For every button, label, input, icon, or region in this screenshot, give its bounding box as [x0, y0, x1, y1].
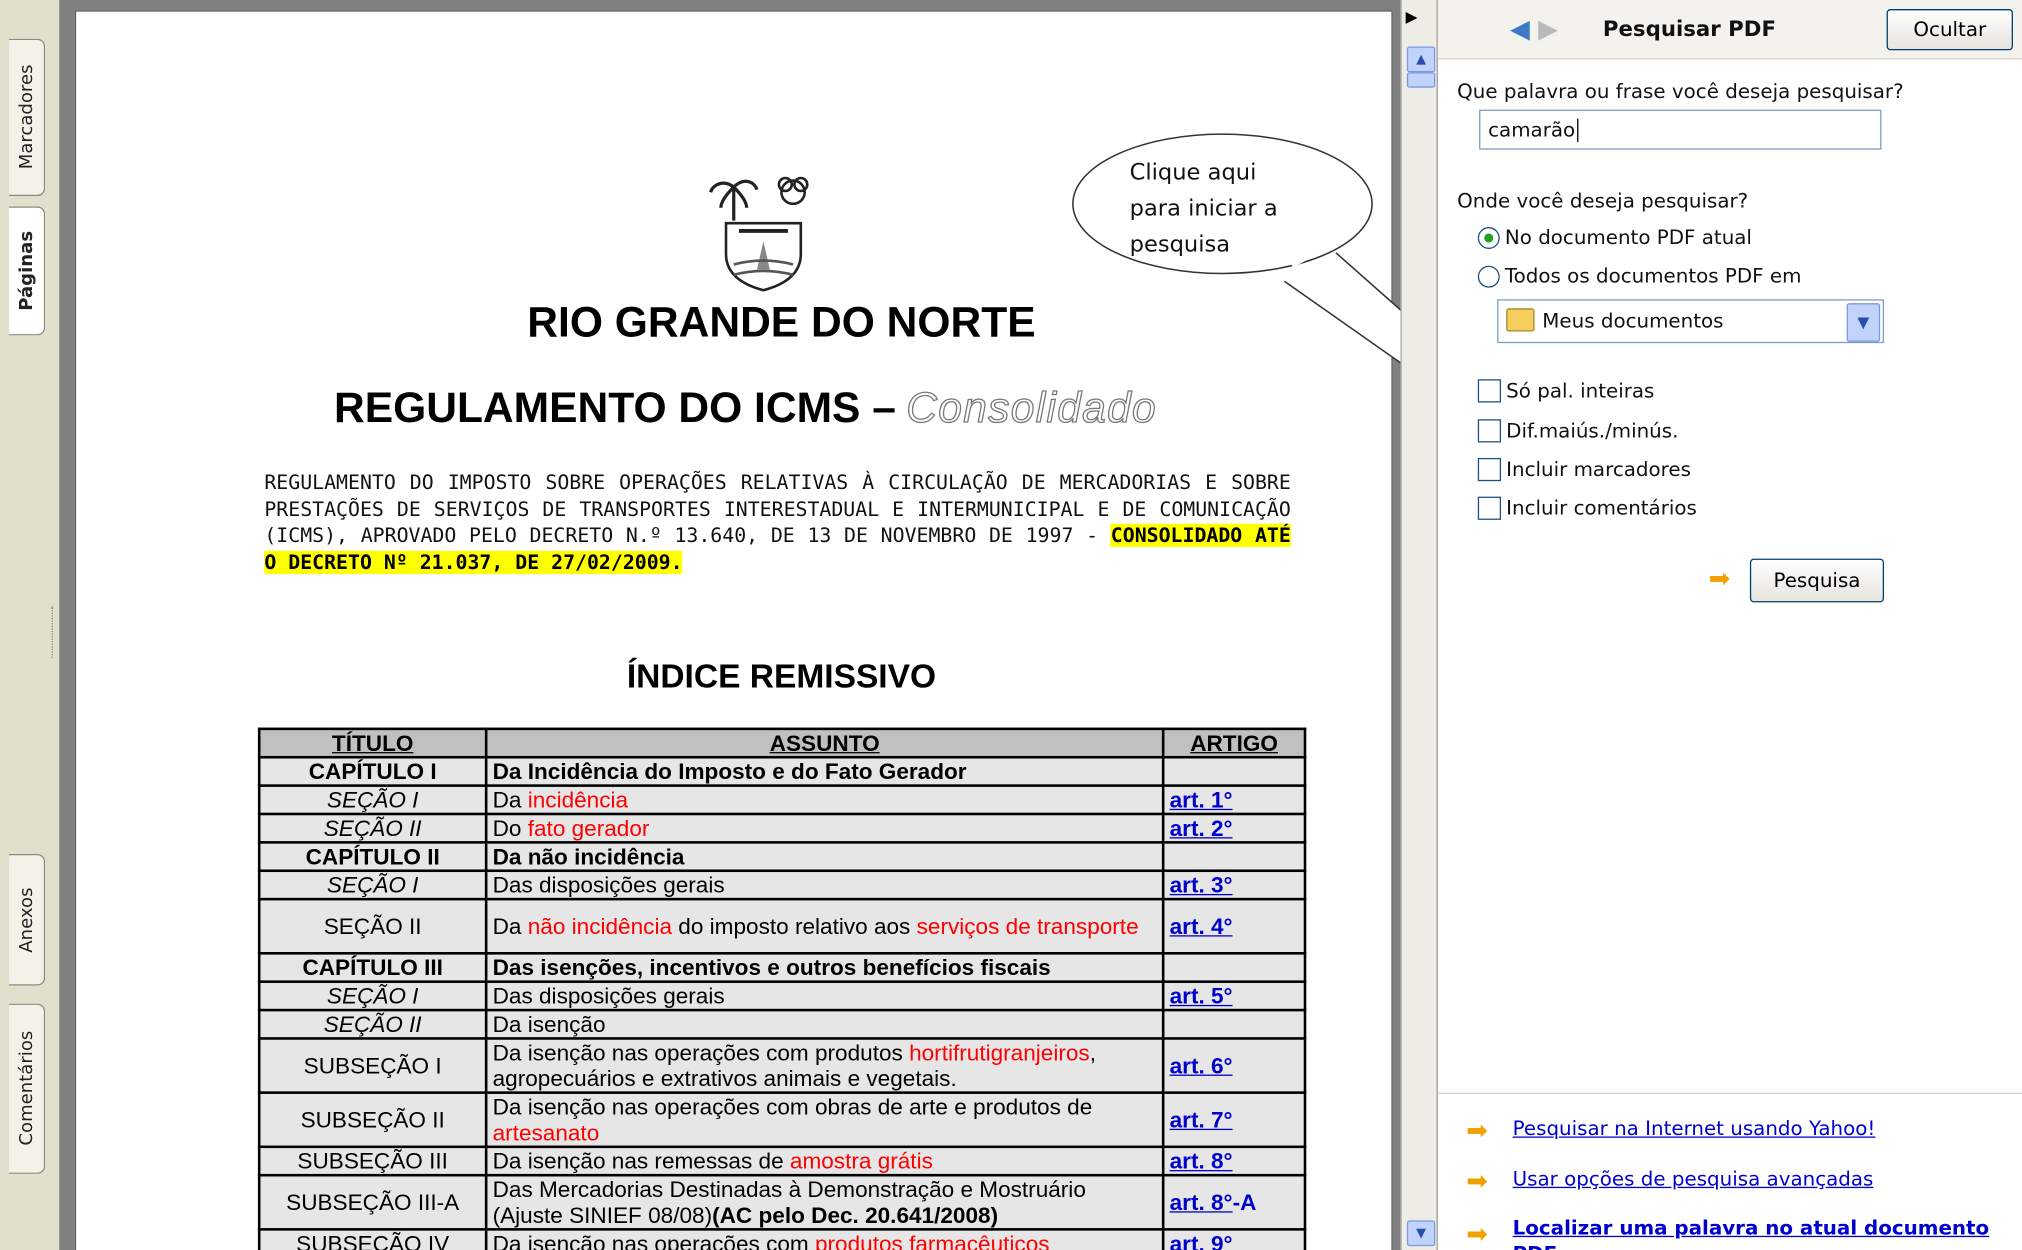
checkbox-label: Incluir marcadores [1506, 457, 1691, 482]
radio-all-documents[interactable]: Todos os documentos PDF em [1477, 264, 1802, 288]
radio-empty-icon [1477, 265, 1500, 288]
checkbox-box [1477, 379, 1502, 403]
checkbox-include-bookmarks[interactable]: Incluir marcadores [1477, 457, 1691, 482]
folder-select[interactable]: Meus documentos ▼ [1497, 299, 1885, 344]
search-question-label: Que palavra ou frase você deseja pesquis… [1457, 79, 1904, 104]
radio-current-document[interactable]: No documento PDF atual [1477, 225, 1752, 249]
checkbox-whole-words[interactable]: Só pal. inteiras [1477, 379, 1655, 403]
panel-divider [1437, 1092, 2022, 1094]
callout-line-2: para iniciar a [1129, 196, 1278, 222]
search-panel-title: Pesquisar PDF [1602, 16, 1776, 42]
link-find-word[interactable]: Localizar uma palavra no atual documento… [1513, 1215, 2003, 1250]
link-yahoo-search[interactable]: Pesquisar na Internet usando Yahoo! [1513, 1117, 1876, 1140]
nav-arrows: ◀ ▶ [1510, 13, 1558, 44]
checkbox-label: Dif.maiús./minús. [1506, 419, 1679, 443]
link-arrow-icon: ➡ [1466, 1164, 1488, 1196]
radio-current-label: No documento PDF atual [1504, 225, 1752, 249]
link-arrow-icon: ➡ [1466, 1114, 1488, 1146]
search-arrow-icon: ➡ [1708, 562, 1731, 594]
radio-selected-icon [1477, 226, 1500, 249]
hide-button[interactable]: Ocultar [1886, 9, 2013, 51]
radio-all-label: Todos os documentos PDF em [1504, 264, 1802, 288]
checkbox-box [1477, 419, 1502, 443]
search-input-value: camarão [1488, 118, 1576, 142]
panel-expand-arrow-icon[interactable]: ▶ [1406, 8, 1418, 26]
search-panel: ◀ ▶ Pesquisar PDF Ocultar Que palavra ou… [1436, 0, 2022, 1250]
link-arrow-icon: ➡ [1466, 1217, 1488, 1249]
callout-text: Clique aqui para iniciar a pesquisa [1130, 155, 1278, 263]
search-location-label: Onde você deseja pesquisar? [1457, 189, 1749, 213]
folder-select-value: Meus documentos [1542, 309, 1724, 333]
folder-icon [1506, 308, 1535, 332]
callout-line-1: Clique aqui [1129, 159, 1257, 186]
search-panel-header: ◀ ▶ Pesquisar PDF Ocultar [1437, 0, 2022, 60]
checkbox-box [1477, 457, 1502, 482]
link-advanced-search[interactable]: Usar opções de pesquisa avançadas [1513, 1167, 1874, 1190]
chevron-down-icon[interactable]: ▼ [1846, 303, 1881, 342]
callout-line-3: pesquisa [1129, 232, 1231, 258]
search-input[interactable]: camarão [1479, 109, 1882, 150]
checkbox-label: Incluir comentários [1506, 496, 1697, 520]
back-arrow-icon[interactable]: ◀ [1510, 13, 1530, 44]
checkbox-case-sensitive[interactable]: Dif.maiús./minús. [1477, 419, 1679, 443]
scroll-thumb[interactable] [1406, 72, 1436, 88]
scroll-down-button[interactable]: ▼ [1406, 1220, 1436, 1247]
forward-arrow-icon[interactable]: ▶ [1538, 13, 1558, 44]
scroll-up-button[interactable]: ▲ [1406, 46, 1436, 73]
checkbox-include-comments[interactable]: Incluir comentários [1477, 496, 1697, 520]
search-button[interactable]: Pesquisa [1749, 558, 1885, 603]
checkbox-box [1477, 496, 1502, 520]
vertical-scrollbar[interactable]: ▲ ▼ [1400, 0, 1438, 1250]
checkbox-label: Só pal. inteiras [1506, 379, 1655, 403]
text-cursor [1576, 118, 1585, 142]
